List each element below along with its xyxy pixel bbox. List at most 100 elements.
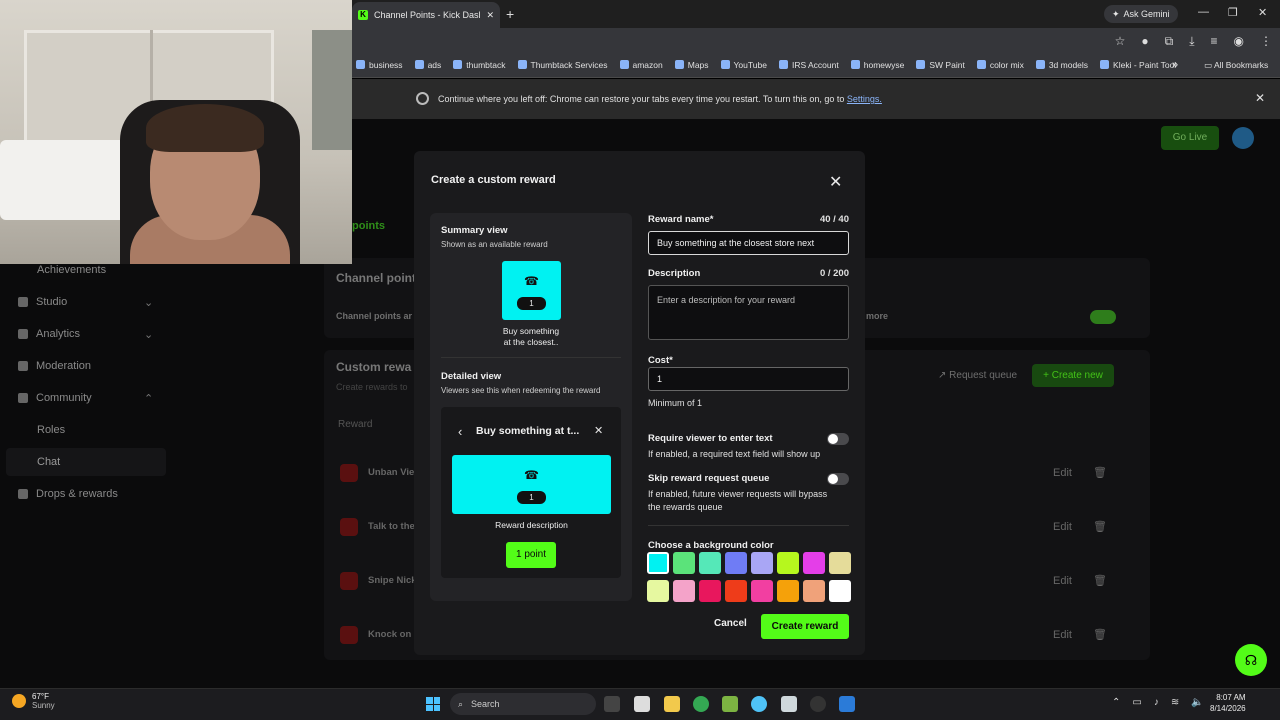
edge-icon[interactable] [751,696,767,712]
browser-tab[interactable]: K Channel Points - Kick Dashboard ✕ [352,2,500,28]
request-queue-button[interactable]: ↗ Request queue [938,370,1017,381]
profile-icon[interactable]: ◉ [1234,34,1244,49]
color-swatch[interactable] [751,580,773,602]
sidebar-item-moderation[interactable]: Moderation [18,360,91,372]
channel-points-toggle[interactable] [1090,310,1116,324]
support-chat-icon[interactable]: ☊ [1235,644,1267,676]
edit-button[interactable]: Edit [1053,467,1072,479]
media-icon[interactable]: ≡ [1211,34,1218,49]
color-swatch[interactable] [673,580,695,602]
volume-icon[interactable]: 🔈 [1191,697,1203,708]
extension-icon[interactable]: ● [1141,34,1148,49]
points-button-preview: 1 point [506,542,556,568]
chevron-up-icon[interactable]: ⌃ [1112,697,1120,708]
trash-icon[interactable]: 🗑 [1093,520,1107,533]
bookmark-item[interactable]: Thumbtack Services [518,60,608,70]
color-swatch[interactable] [673,552,695,574]
bookmark-item[interactable]: amazon [620,60,663,70]
obs-icon[interactable] [810,696,826,712]
cost-input[interactable] [648,367,849,391]
edit-button[interactable]: Edit [1053,629,1072,641]
description-textarea[interactable]: Enter a description for your reward [648,285,849,340]
task-view-icon[interactable] [604,696,620,712]
sidebar-item-community[interactable]: Community ⌃ [18,392,153,405]
bookmark-item[interactable]: Kleki - Paint Tool [1100,60,1176,70]
create-new-button[interactable]: + Create new [1032,364,1114,387]
chrome-taskbar-icon[interactable] [693,696,709,712]
infobar-close-icon[interactable]: ✕ [1255,91,1265,105]
bookmarks-more-icon[interactable]: » [1172,59,1178,71]
clock[interactable]: 8:07 AM 8/14/2026 [1210,692,1246,714]
sidebar-item-chat[interactable]: Chat [37,456,60,468]
color-swatch[interactable] [725,552,747,574]
bookmark-star-icon[interactable]: ☆ [1115,34,1126,49]
ask-gemini-button[interactable]: ✦ Ask Gemini [1104,5,1178,23]
file-explorer-icon[interactable] [664,696,680,712]
edit-button[interactable]: Edit [1053,521,1072,533]
bookmark-item[interactable]: homewyse [851,60,905,70]
sidebar-item-studio[interactable]: Studio ⌄ [18,296,153,309]
bookmark-item[interactable]: YouTube [721,60,767,70]
window-close-icon[interactable]: ✕ [1258,6,1267,19]
settings-link[interactable]: Settings. [847,94,882,104]
sidebar-item-achievements[interactable]: Achievements [18,264,106,276]
custom-rewards-heading: Custom rewa [336,360,412,374]
learn-more-link[interactable]: more [866,311,888,321]
color-swatch[interactable] [829,580,851,602]
maximize-icon[interactable]: ❐ [1228,6,1238,19]
close-icon[interactable]: ✕ [829,172,842,192]
bookmark-item[interactable]: Maps [675,60,709,70]
taskbar-search[interactable]: ⌕ Search [450,693,596,715]
new-tab-button[interactable]: + [506,6,514,22]
menu-icon[interactable]: ⋮ [1260,34,1272,49]
avatar[interactable] [1232,127,1254,149]
color-swatch[interactable] [647,580,669,602]
bookmark-item[interactable]: business [356,60,403,70]
bookmark-item[interactable]: color mix [977,60,1024,70]
sidebar-item-analytics[interactable]: Analytics ⌄ [18,328,153,341]
paint-icon[interactable] [839,696,855,712]
sidebar-item-drops-rewards[interactable]: Drops & rewards [18,488,118,500]
bookmark-item[interactable]: 3d models [1036,60,1088,70]
color-swatch[interactable] [725,580,747,602]
wifi-icon[interactable]: ≋ [1171,697,1179,708]
color-swatch[interactable] [647,552,669,574]
color-swatch[interactable] [803,580,825,602]
windows-start-icon[interactable] [426,697,440,711]
tab-points[interactable]: points [352,220,385,232]
color-swatch[interactable] [803,552,825,574]
mic-icon[interactable]: ♪ [1154,697,1159,708]
require-text-toggle[interactable] [827,433,849,445]
trash-icon[interactable]: 🗑 [1093,466,1107,479]
skip-queue-toggle[interactable] [827,473,849,485]
download-icon[interactable]: ⤓ [1189,34,1194,49]
calculator-icon[interactable] [781,696,797,712]
go-live-button[interactable]: Go Live [1161,126,1219,150]
bookmark-item[interactable]: thumbtack [453,60,505,70]
cancel-button[interactable]: Cancel [714,618,747,629]
trash-icon[interactable]: 🗑 [1093,574,1107,587]
edit-button[interactable]: Edit [1053,575,1072,587]
reward-name-input[interactable] [648,231,849,255]
color-swatch[interactable] [777,552,799,574]
minimize-icon[interactable]: — [1198,6,1209,18]
color-swatch[interactable] [699,580,721,602]
sidebar-item-roles[interactable]: Roles [37,424,65,436]
notepad-icon[interactable] [634,696,650,712]
extensions-puzzle-icon[interactable]: ⧉ [1165,34,1174,49]
app-icon[interactable] [722,696,738,712]
create-reward-button[interactable]: Create reward [761,614,849,639]
color-swatch[interactable] [699,552,721,574]
create-new-label: Create new [1051,370,1103,381]
color-swatch[interactable] [777,580,799,602]
camera-icon[interactable]: ▭ [1132,697,1141,708]
bookmark-item[interactable]: SW Paint [916,60,964,70]
tab-close-icon[interactable]: ✕ [486,10,494,21]
color-swatch[interactable] [751,552,773,574]
bookmark-item[interactable]: ads [415,60,442,70]
all-bookmarks[interactable]: ▭ All Bookmarks [1204,60,1268,71]
weather-widget[interactable]: 67°F Sunny [12,692,55,710]
bookmark-item[interactable]: IRS Account [779,60,839,70]
trash-icon[interactable]: 🗑 [1093,628,1107,641]
color-swatch[interactable] [829,552,851,574]
